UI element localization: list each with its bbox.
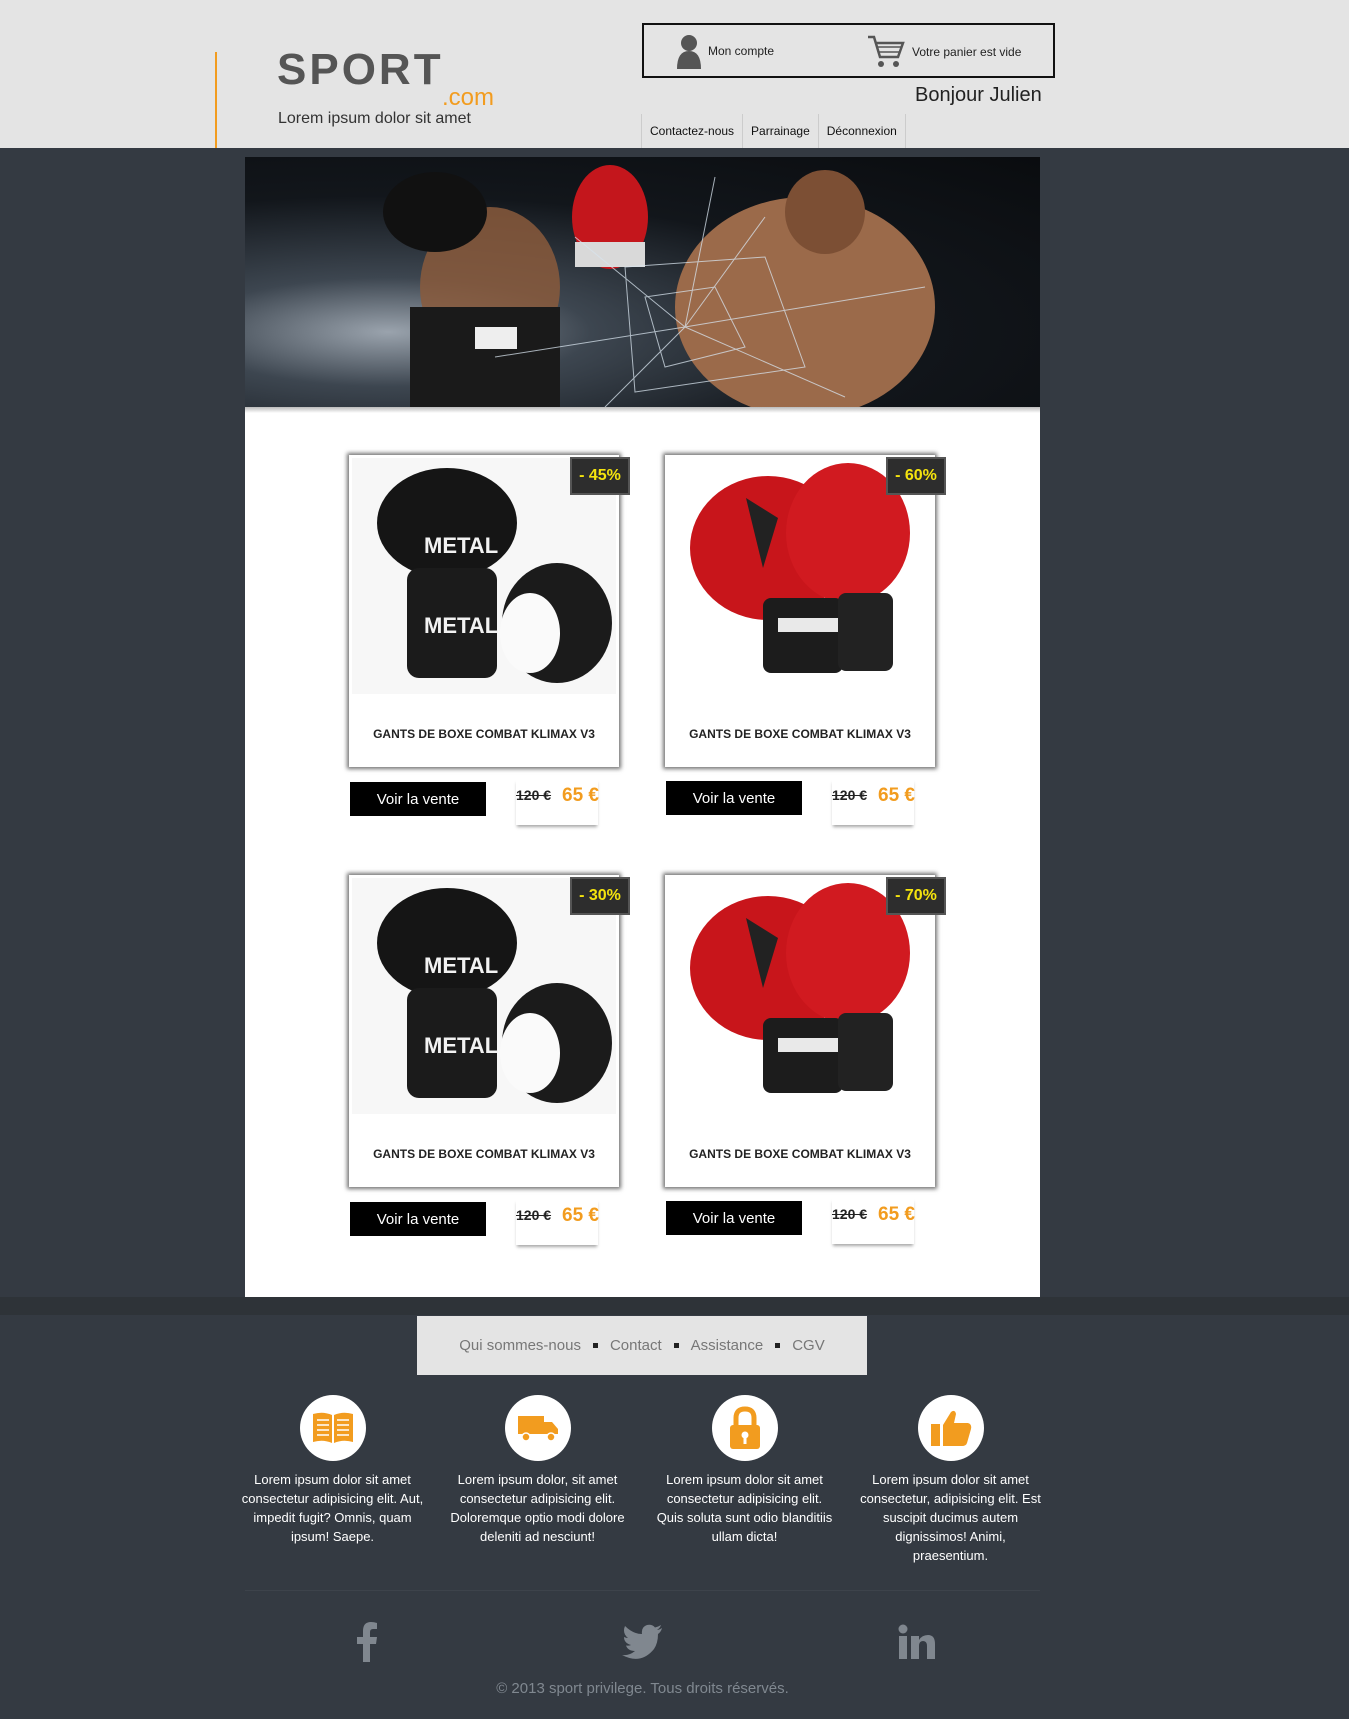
header-accent-line: [215, 52, 217, 148]
footer-divider-band: [0, 1297, 1349, 1315]
cart-icon: [868, 35, 905, 67]
feature-text: Lorem ipsum dolor sit amet consectetur, …: [860, 1472, 1041, 1563]
product-title: GANTS DE BOXE COMBAT KLIMAX V3: [373, 1147, 595, 1161]
feature-block: Lorem ipsum dolor, sit amet consectetur …: [445, 1395, 630, 1546]
feature-text: Lorem ipsum dolor sit amet consectetur a…: [241, 1472, 424, 1544]
footer-nav-separator: [592, 1343, 598, 1348]
footer-link-contact[interactable]: Contact: [610, 1337, 662, 1354]
cart-status: Votre panier est vide: [912, 45, 1022, 59]
feature-block: Lorem ipsum dolor sit amet consectetur a…: [240, 1395, 425, 1546]
price-box: 120 € 65 €: [516, 1199, 599, 1245]
price-box: 120 € 65 €: [832, 1198, 915, 1244]
price-box: 120 € 65 €: [832, 779, 915, 825]
footer-nav-separator: [775, 1343, 781, 1348]
discount-badge: - 60%: [886, 457, 946, 495]
new-price: 65 €: [878, 785, 915, 806]
old-price: 120 €: [516, 1207, 552, 1223]
user-greeting: Bonjour Julien: [915, 84, 1042, 106]
footer-link-about[interactable]: Qui sommes-nous: [459, 1337, 581, 1354]
discount-badge: - 45%: [570, 457, 630, 495]
twitter-icon: [622, 1624, 662, 1659]
discount-badge: - 70%: [886, 877, 946, 915]
old-price: 120 €: [832, 1206, 868, 1222]
feature-icon-circle: [917, 1395, 984, 1461]
product-title: GANTS DE BOXE COMBAT KLIMAX V3: [689, 1147, 911, 1161]
logo-sub-text: .com: [442, 84, 494, 108]
nav-logout[interactable]: Déconnexion: [819, 114, 906, 148]
my-account-label: Mon compte: [708, 44, 775, 58]
discount-badge: - 30%: [570, 877, 630, 915]
cart-link[interactable]: Votre panier est vide: [866, 33, 1021, 71]
banner-shadow: [245, 407, 1040, 413]
site-logo[interactable]: SPORT .com: [277, 45, 522, 111]
my-account-link[interactable]: Mon compte: [676, 33, 774, 69]
feature-icon-circle: [299, 1395, 366, 1461]
product-card[interactable]: GANTS DE BOXE COMBAT KLIMAX V3: [665, 875, 935, 1187]
site-tagline: Lorem ipsum dolor sit amet: [278, 110, 471, 127]
thumbs-up-icon: [930, 1410, 971, 1446]
product-card[interactable]: METAL METAL GANTS DE BOXE COMBAT KLIMAX …: [349, 875, 619, 1187]
feature-text: Lorem ipsum dolor, sit amet consectetur …: [450, 1472, 625, 1544]
svg-text:METAL: METAL: [424, 1033, 498, 1058]
svg-text:METAL: METAL: [424, 613, 498, 638]
feature-icon-circle: [504, 1395, 571, 1461]
feature-block: Lorem ipsum dolor sit amet consectetur, …: [858, 1395, 1043, 1565]
facebook-link[interactable]: [345, 1620, 389, 1664]
footer-nav-separator: [673, 1343, 679, 1348]
product-title: GANTS DE BOXE COMBAT KLIMAX V3: [689, 727, 911, 741]
linkedin-icon: [898, 1624, 935, 1659]
feature-text: Lorem ipsum dolor sit amet consectetur a…: [656, 1472, 833, 1544]
footer-link-assistance[interactable]: Assistance: [691, 1337, 764, 1354]
footer-divider: [245, 1590, 1040, 1591]
lock-icon: [729, 1406, 760, 1449]
footer-nav: Qui sommes-nous Contact Assistance CGV: [417, 1316, 867, 1375]
account-panel: Mon compte Votre panier est vide: [642, 23, 1055, 78]
view-sale-button[interactable]: Voir la vente: [350, 1202, 486, 1236]
header-nav: Contactez-nous Parrainage Déconnexion: [641, 114, 906, 148]
hero-banner: [245, 157, 1040, 407]
site-header: SPORT .com Lorem ipsum dolor sit amet Mo…: [0, 0, 1349, 148]
price-box: 120 € 65 €: [516, 779, 599, 825]
feature-icon-circle: [711, 1395, 778, 1461]
old-price: 120 €: [516, 787, 552, 803]
new-price: 65 €: [878, 1204, 915, 1225]
product-card[interactable]: GANTS DE BOXE COMBAT KLIMAX V3: [665, 455, 935, 767]
book-icon: [312, 1412, 353, 1443]
logo-main-text: SPORT: [277, 48, 444, 94]
copyright-text: © 2013 sport privilege. Tous droits rése…: [496, 1680, 789, 1697]
footer-link-cgv[interactable]: CGV: [792, 1337, 825, 1354]
view-sale-button[interactable]: Voir la vente: [666, 1201, 802, 1235]
twitter-link[interactable]: [620, 1620, 664, 1664]
linkedin-link[interactable]: [895, 1620, 939, 1664]
view-sale-button[interactable]: Voir la vente: [666, 781, 802, 815]
facebook-icon: [357, 1622, 377, 1662]
truck-icon: [517, 1416, 558, 1442]
view-sale-button[interactable]: Voir la vente: [350, 782, 486, 816]
new-price: 65 €: [562, 1205, 599, 1226]
feature-block: Lorem ipsum dolor sit amet consectetur a…: [652, 1395, 837, 1546]
user-icon: [677, 35, 701, 69]
svg-text:METAL: METAL: [424, 953, 498, 978]
main-content: METAL METAL GANTS DE BOXE COMBAT KLIMAX …: [245, 157, 1040, 1297]
product-title: GANTS DE BOXE COMBAT KLIMAX V3: [373, 727, 595, 741]
new-price: 65 €: [562, 785, 599, 806]
product-card[interactable]: METAL METAL GANTS DE BOXE COMBAT KLIMAX …: [349, 455, 619, 767]
old-price: 120 €: [832, 787, 868, 803]
nav-contact[interactable]: Contactez-nous: [642, 114, 744, 148]
svg-text:METAL: METAL: [424, 533, 498, 558]
nav-referral[interactable]: Parrainage: [743, 114, 819, 148]
boxing-banner-image: [383, 165, 935, 407]
